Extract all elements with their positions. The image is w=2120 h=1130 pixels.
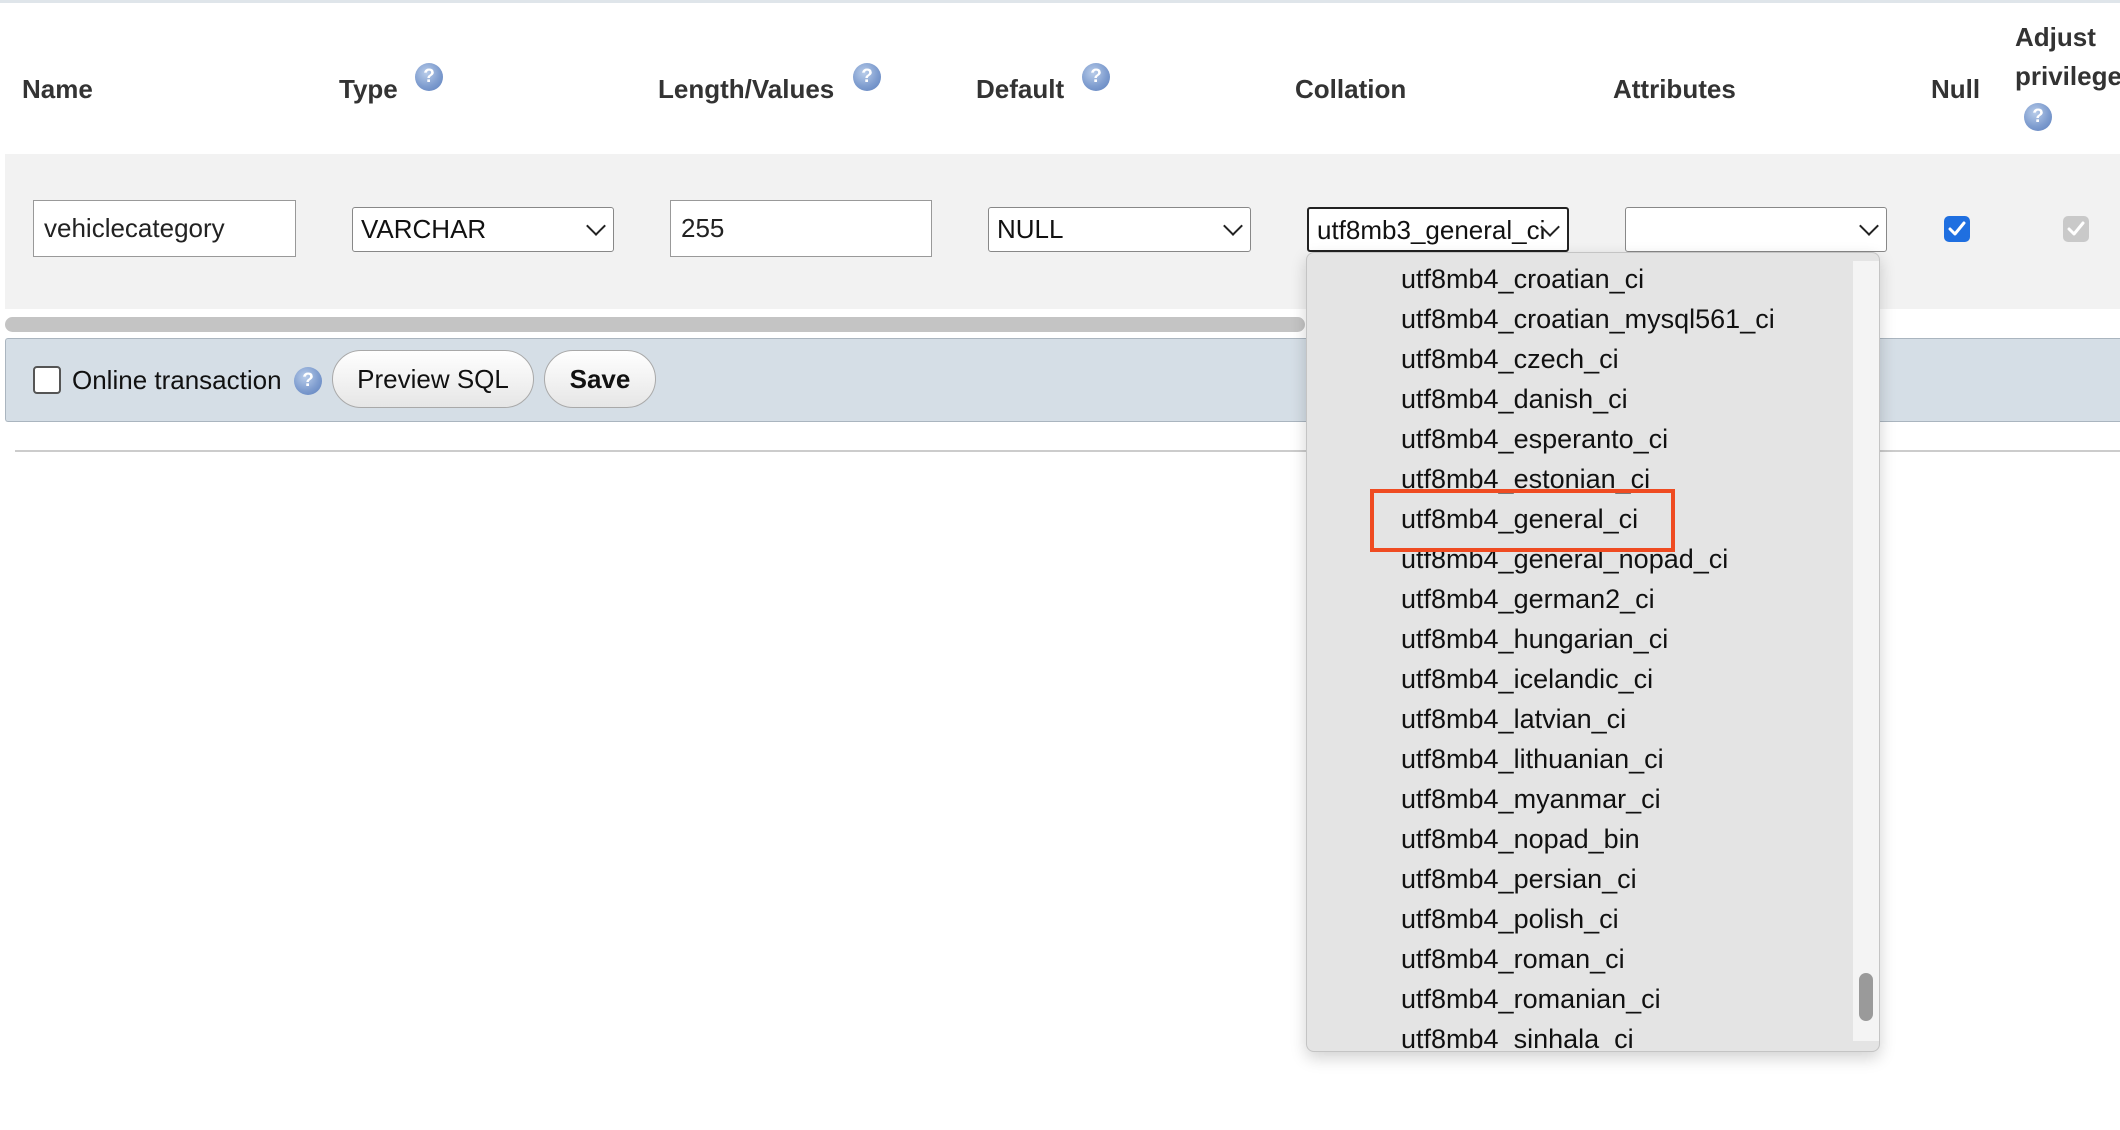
header-privileges: privilege — [2015, 61, 2120, 91]
type-select[interactable]: VARCHAR — [352, 207, 614, 252]
checkmark-icon — [1948, 221, 1966, 236]
dropdown-scroll-thumb[interactable] — [1859, 973, 1873, 1021]
default-select[interactable]: NULL — [988, 207, 1251, 252]
checkmark-icon — [2067, 221, 2085, 236]
null-checkbox[interactable] — [1944, 216, 1970, 242]
type-select-value: VARCHAR — [361, 214, 487, 244]
collation-option[interactable]: utf8mb4_croatian_mysql561_ci — [1307, 299, 1849, 339]
header-collation: Collation — [1295, 74, 1407, 104]
collation-option[interactable]: utf8mb4_czech_ci — [1307, 339, 1849, 379]
collation-option[interactable]: utf8mb4_danish_ci — [1307, 379, 1849, 419]
online-transaction-label: Online transaction — [72, 365, 282, 395]
header-default: Default — [976, 74, 1065, 104]
chevron-down-icon — [1859, 216, 1879, 236]
collation-dropdown-list[interactable]: utf8mb4_croatian_ci utf8mb4_croatian_mysq… — [1306, 252, 1880, 1052]
collation-option[interactable]: utf8mb4_nopad_bin — [1307, 819, 1849, 859]
collation-option[interactable]: utf8mb4_sinhala_ci — [1307, 1019, 1849, 1051]
collation-select-value: utf8mb3_general_ci — [1317, 215, 1546, 245]
header-attributes: Attributes — [1613, 74, 1736, 104]
collation-select[interactable]: utf8mb3_general_ci — [1307, 207, 1569, 252]
collation-option[interactable]: utf8mb4_roman_ci — [1307, 939, 1849, 979]
collation-options: utf8mb4_croatian_ci utf8mb4_croatian_mysq… — [1307, 259, 1849, 1051]
online-transaction-checkbox[interactable] — [33, 366, 61, 394]
chevron-down-icon — [1223, 216, 1243, 236]
collation-option[interactable]: utf8mb4_myanmar_ci — [1307, 779, 1849, 819]
collation-option[interactable]: utf8mb4_icelandic_ci — [1307, 659, 1849, 699]
dropdown-scroll-track[interactable] — [1853, 261, 1879, 1041]
collation-option[interactable]: utf8mb4_polish_ci — [1307, 899, 1849, 939]
header-type: Type — [339, 74, 398, 104]
header-null: Null — [1931, 74, 1981, 104]
attributes-select[interactable] — [1625, 207, 1887, 252]
collation-option[interactable]: utf8mb4_persian_ci — [1307, 859, 1849, 899]
collation-option[interactable]: utf8mb4_lithuanian_ci — [1307, 739, 1849, 779]
collation-option[interactable]: utf8mb4_croatian_ci — [1307, 259, 1849, 299]
top-border — [0, 0, 2120, 3]
collation-option[interactable]: utf8mb4_romanian_ci — [1307, 979, 1849, 1019]
type-help-icon[interactable]: ? — [415, 63, 443, 91]
adjust-help-icon[interactable]: ? — [2024, 103, 2052, 131]
collation-option[interactable]: utf8mb4_german2_ci — [1307, 579, 1849, 619]
save-button[interactable]: Save — [544, 350, 656, 408]
header-name: Name — [22, 74, 93, 104]
header-length-values: Length/Values — [658, 74, 835, 104]
default-help-icon[interactable]: ? — [1082, 63, 1110, 91]
header-adjust: Adjust — [2015, 22, 2096, 52]
online-transaction-help-icon[interactable]: ? — [294, 367, 322, 395]
highlight-box — [1370, 489, 1675, 552]
length-input[interactable]: 255 — [670, 200, 932, 257]
horizontal-scrollbar[interactable] — [5, 317, 1305, 332]
preview-sql-button[interactable]: Preview SQL — [332, 350, 534, 408]
length-help-icon[interactable]: ? — [853, 63, 881, 91]
default-select-value: NULL — [997, 214, 1064, 244]
collation-option[interactable]: utf8mb4_esperanto_ci — [1307, 419, 1849, 459]
name-input[interactable]: vehiclecategory — [33, 200, 296, 257]
collation-option[interactable]: utf8mb4_hungarian_ci — [1307, 619, 1849, 659]
adjust-privileges-checkbox — [2063, 216, 2089, 242]
collation-option[interactable]: utf8mb4_latvian_ci — [1307, 699, 1849, 739]
chevron-down-icon — [586, 216, 606, 236]
